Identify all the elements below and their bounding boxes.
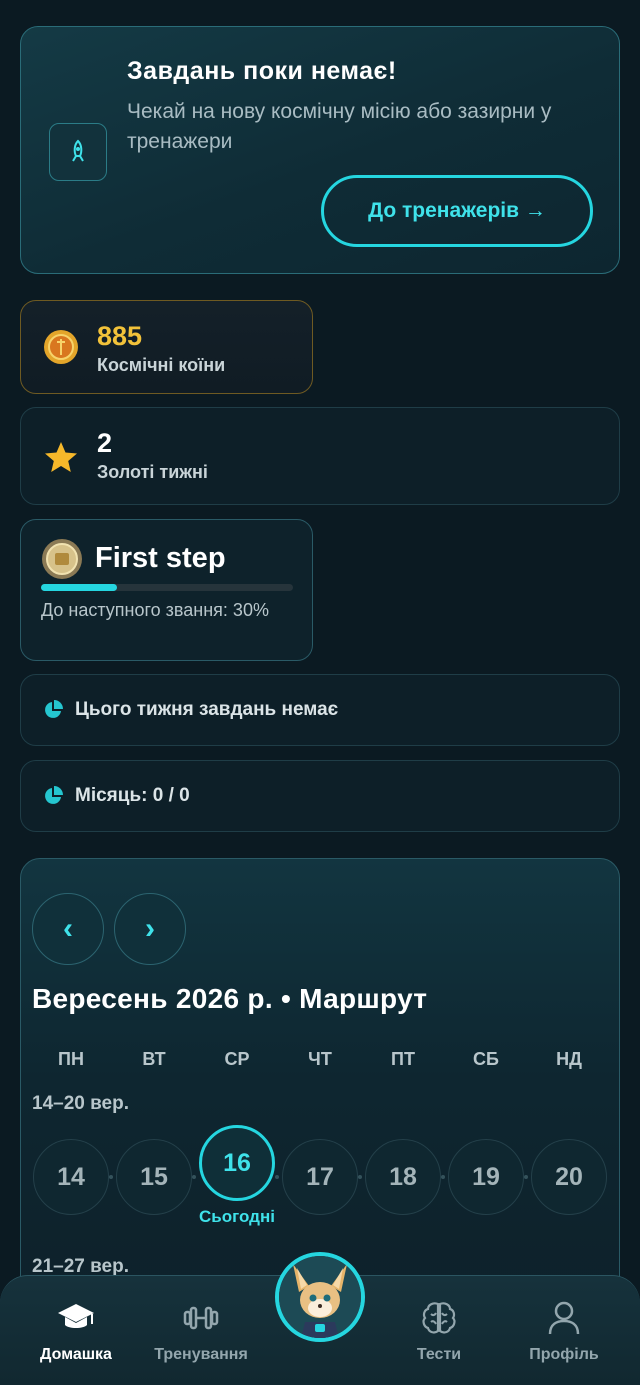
nav-label: Профіль — [529, 1346, 599, 1363]
monthly-tasks-text: Місяць: 0 / 0 — [75, 785, 190, 806]
day-connector — [524, 1175, 528, 1179]
rank-progress-bar — [41, 584, 293, 591]
star-icon — [45, 442, 77, 472]
coin-icon — [44, 330, 78, 364]
weekday-label: ПН — [58, 1049, 84, 1069]
coins-label: Космічні коїни — [97, 355, 226, 375]
day-connector — [441, 1175, 445, 1179]
rocket-icon-box — [49, 123, 107, 181]
next-rank-label: До наступного звання: 30% — [41, 600, 269, 620]
fox-mascot-avatar — [279, 1256, 361, 1338]
nav-item-profile[interactable]: Профіль — [504, 1298, 624, 1364]
weekly-tasks-row: Цього тижня завдань немає — [20, 674, 620, 746]
weekly-tasks-text: Цього тижня завдань немає — [75, 699, 339, 720]
pie-chart-icon — [45, 786, 63, 804]
mission-title: Завдань поки немає! — [127, 57, 397, 85]
rocket-icon — [72, 139, 84, 162]
user-icon — [548, 1301, 580, 1335]
mission-card: Завдань поки немає! Чекай на нову косміч… — [20, 26, 620, 274]
weekday-label: ПТ — [391, 1049, 415, 1069]
nav-label: Домашка — [40, 1346, 112, 1363]
calendar-day[interactable]: 14 — [33, 1139, 109, 1215]
weekday-label: НД — [556, 1049, 582, 1069]
nav-label: Тренування — [154, 1346, 248, 1363]
weekday-label: СБ — [473, 1049, 499, 1069]
calendar-day[interactable]: 18 — [365, 1139, 441, 1215]
rank-progress-fill — [41, 584, 117, 591]
day-connector — [109, 1175, 113, 1179]
weekday-label: ВТ — [142, 1049, 166, 1069]
day-connector — [358, 1175, 362, 1179]
go-to-trainers-button[interactable]: До тренажерів → — [321, 175, 593, 247]
graduation-cap-icon — [58, 1304, 94, 1328]
nav-label: Тести — [416, 1346, 462, 1363]
calendar-title: Вересень 2026 р. • Маршрут — [32, 983, 428, 1014]
day-connector — [275, 1175, 279, 1179]
brain-icon — [422, 1302, 456, 1334]
mascot-avatar-button[interactable] — [275, 1252, 365, 1342]
nav-item-homework[interactable]: Домашка — [16, 1298, 136, 1364]
dumbbell-icon — [183, 1306, 219, 1330]
weekday-label: ЧТ — [308, 1049, 332, 1069]
gold-weeks-card: 2 Золоті тижні — [20, 407, 620, 505]
rank-name: First step — [95, 542, 226, 574]
rank-card: First step До наступного звання: 30% — [20, 519, 313, 661]
calendar-day[interactable]: 17 — [282, 1139, 358, 1215]
pie-chart-icon — [45, 700, 63, 718]
mission-description: Чекай на нову космічну місію або зазирни… — [127, 100, 552, 153]
gold-weeks-value: 2 — [97, 428, 113, 458]
week-range-label: 14–20 вер. — [32, 1093, 129, 1114]
nav-item-training[interactable]: Тренування — [141, 1298, 261, 1364]
coins-card: 885 Космічні коїни — [20, 300, 313, 394]
weekday-label: СР — [224, 1049, 250, 1069]
rank-medal-icon — [42, 539, 82, 579]
calendar-day-today[interactable]: 16 — [199, 1125, 275, 1201]
day-connector — [192, 1175, 196, 1179]
calendar-day[interactable]: 15 — [116, 1139, 192, 1215]
calendar-day[interactable]: 19 — [448, 1139, 524, 1215]
next-month-button[interactable]: › — [114, 893, 186, 965]
gold-weeks-label: Золоті тижні — [97, 462, 208, 482]
coins-value: 885 — [97, 321, 143, 351]
monthly-tasks-row: Місяць: 0 / 0 — [20, 760, 620, 832]
today-label: Сьогодні — [199, 1207, 275, 1226]
calendar-day[interactable]: 20 — [531, 1139, 607, 1215]
nav-item-tests[interactable]: Тести — [379, 1298, 499, 1364]
previous-month-button[interactable]: ‹ — [32, 893, 104, 965]
